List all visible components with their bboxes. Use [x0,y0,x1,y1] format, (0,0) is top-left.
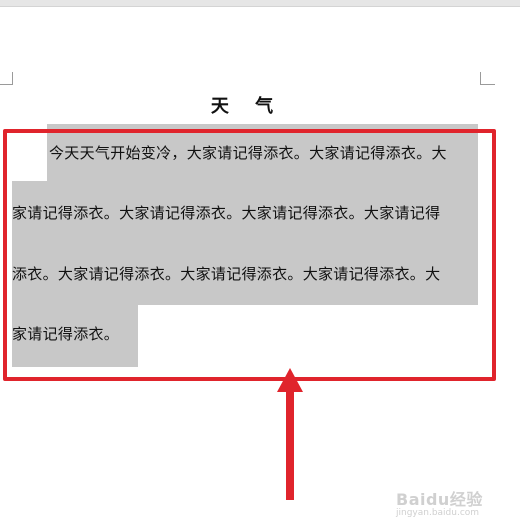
document-page: 天 气 今天天气开始变冷，大家请记得添衣。大家请记得添衣。大 家请记得添衣。大家… [0,0,520,530]
baidu-watermark: Baidu经验 jingyan.baidu.com [396,486,483,518]
annotation-arrow-icon [277,368,303,500]
annotation-highlight-box [3,129,496,381]
watermark-text: Baidu经验 [396,490,483,509]
watermark-subtext: jingyan.baidu.com [396,508,480,518]
document-title[interactable]: 天 气 [0,92,494,118]
margin-corner-top-left [0,72,13,85]
ruler-strip [0,0,520,7]
margin-corner-top-right [480,72,495,85]
